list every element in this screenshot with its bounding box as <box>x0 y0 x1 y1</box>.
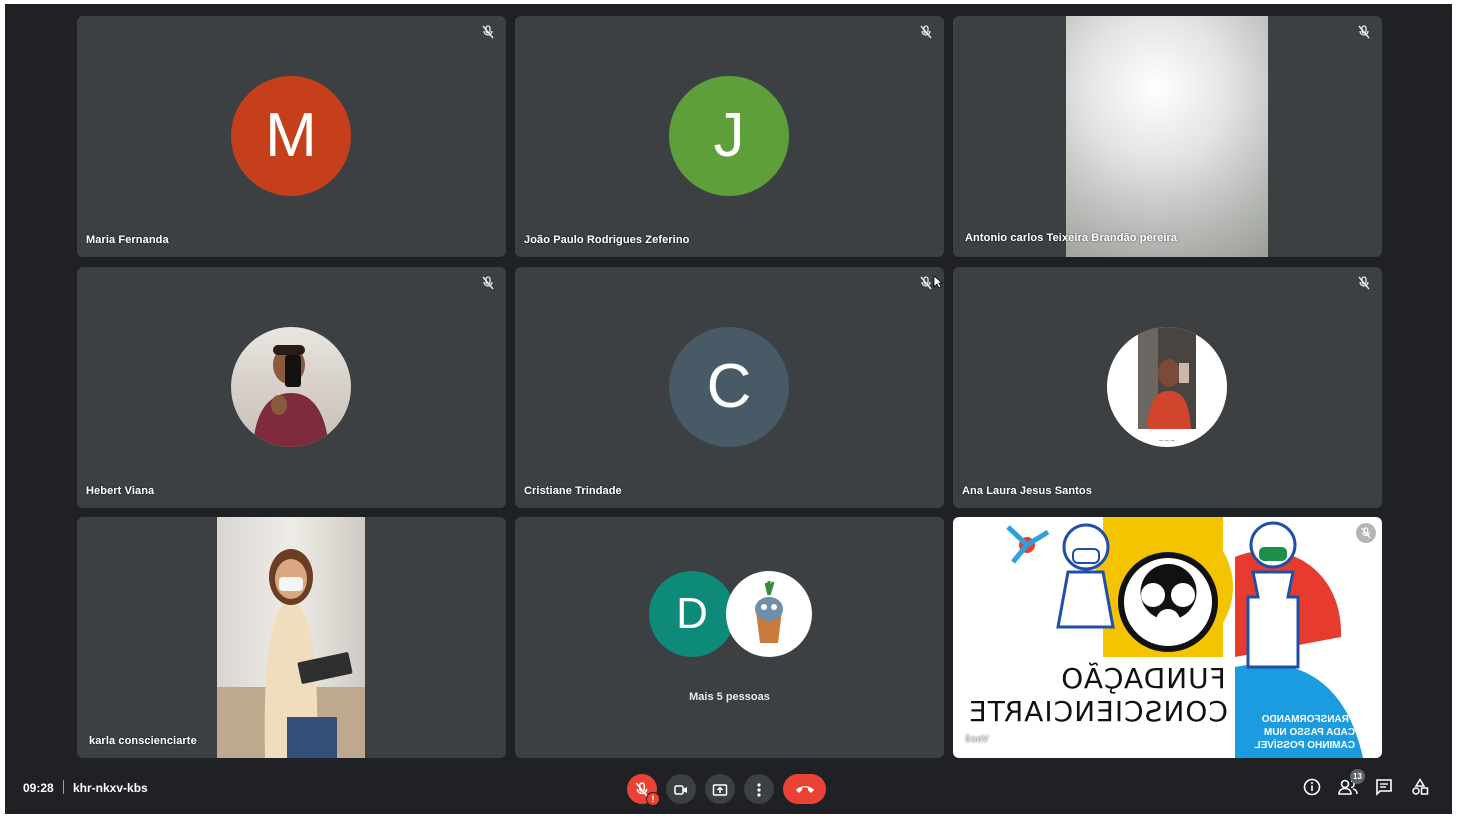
more-participants-label: Mais 5 pessoas <box>689 691 770 703</box>
participant-tile[interactable]: karla conscienciarte <box>77 517 506 758</box>
participant-tile[interactable]: Hebert Viana <box>77 267 506 508</box>
present-screen-button[interactable] <box>705 774 735 804</box>
video-feed <box>217 517 365 758</box>
mic-off-icon <box>479 25 497 43</box>
warning-icon: ! <box>646 792 660 806</box>
divider <box>63 780 64 794</box>
mic-off-icon <box>917 25 935 43</box>
participant-tile[interactable]: J João Paulo Rodrigues Zeferino <box>515 16 944 257</box>
participant-tile[interactable]: C Cristiane Trindade <box>515 267 944 508</box>
mic-off-icon <box>1356 523 1376 543</box>
profile-photo <box>726 571 812 657</box>
microphone-toggle-button[interactable]: ! <box>627 774 660 806</box>
meeting-code: khr-nkxv-kbs <box>73 781 148 795</box>
activities-button[interactable] <box>1409 778 1431 800</box>
avatar: C <box>669 327 789 447</box>
profile-photo: ~~~ <box>1107 327 1227 447</box>
profile-photo <box>231 327 351 447</box>
self-view-tile[interactable]: FUNDAÇÃO CONSCIENCIARTE TRANSFORMANDO CA… <box>953 517 1382 758</box>
mic-off-icon <box>1355 25 1373 43</box>
avatar: J <box>669 76 789 196</box>
camera-toggle-button[interactable] <box>666 774 696 804</box>
participant-tile[interactable]: ~~~ Ana Laura Jesus Santos <box>953 267 1382 508</box>
participant-name: Cristiane Trindade <box>524 485 622 497</box>
screen-slogan: TRANSFORMANDO CADA PASSO NUM CAMINHO POS… <box>1254 714 1355 751</box>
more-participants-tile[interactable]: D Mais 5 pessoas <box>515 517 944 758</box>
meet-window: M Maria Fernanda J João Paulo Rodrigues … <box>5 4 1452 814</box>
participant-name: Maria Fernanda <box>86 234 169 246</box>
participant-name: Ana Laura Jesus Santos <box>962 485 1092 497</box>
mouse-cursor-icon <box>933 275 944 294</box>
participant-name: Antonio carlos Teixeira Brandão pereira <box>965 232 1178 244</box>
avatar: M <box>231 76 351 196</box>
participant-tile[interactable]: Antonio carlos Teixeira Brandão pereira <box>953 16 1382 257</box>
participant-name: João Paulo Rodrigues Zeferino <box>524 234 690 246</box>
participant-name: Hebert Viana <box>86 485 155 497</box>
svg-text:~~~: ~~~ <box>1158 437 1176 445</box>
chat-button[interactable] <box>1373 778 1395 800</box>
clock: 09:28 <box>23 781 54 795</box>
screen-title: FUNDAÇÃO <box>1060 662 1226 695</box>
mic-off-icon <box>479 276 497 294</box>
meeting-details-button[interactable] <box>1301 778 1323 800</box>
participant-name: Você <box>965 734 989 745</box>
participants-count-badge: 13 <box>1350 769 1365 784</box>
bottom-bar: 09:28 khr-nkxv-kbs ! 13 <box>5 764 1452 814</box>
participant-name: karla conscienciarte <box>89 735 197 747</box>
screen-subtitle: CONSCIENCIARTE <box>968 695 1228 728</box>
participant-tile[interactable]: M Maria Fernanda <box>77 16 506 257</box>
more-options-button[interactable] <box>744 774 774 804</box>
leave-call-button[interactable] <box>783 774 826 804</box>
avatar: D <box>649 571 735 657</box>
video-feed <box>1066 16 1268 257</box>
mic-off-icon <box>1355 276 1373 294</box>
